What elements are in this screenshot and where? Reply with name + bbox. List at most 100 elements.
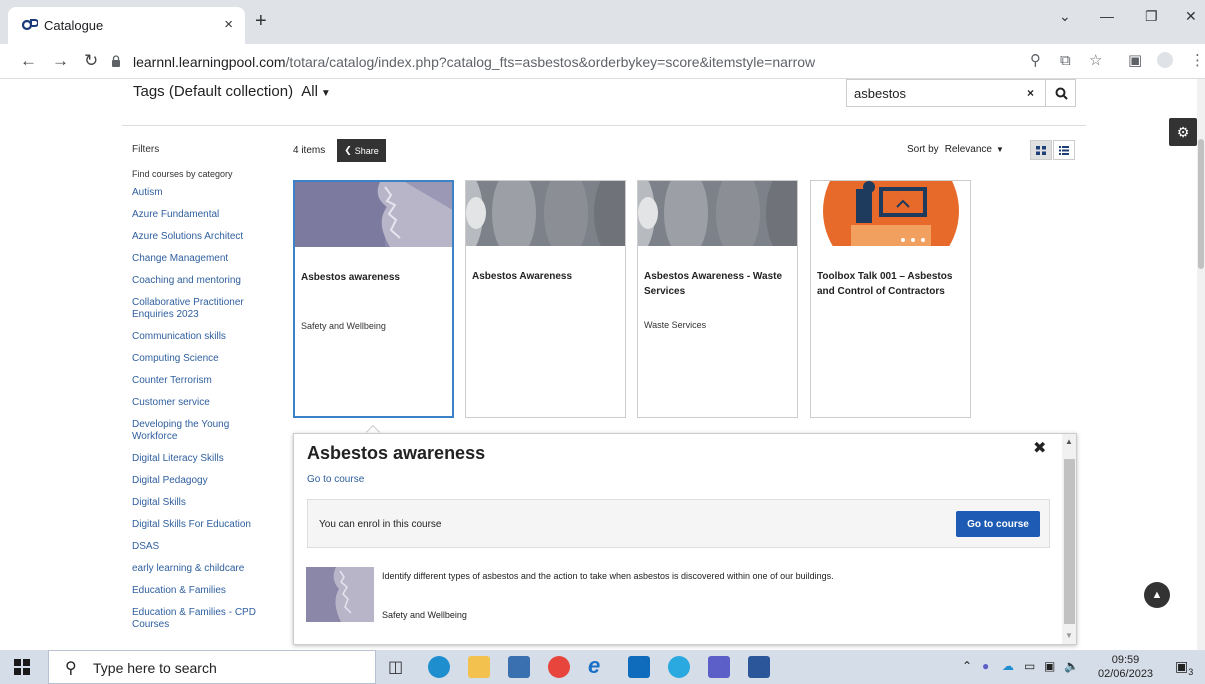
- url-text: learnnl.learningpool.com/totara/catalog/…: [133, 54, 815, 70]
- battery-icon[interactable]: ▭: [1024, 659, 1035, 673]
- more-menu-icon[interactable]: ⋮: [1190, 53, 1205, 69]
- back-to-top-button[interactable]: ▲: [1144, 582, 1170, 608]
- volume-icon[interactable]: 🔈: [1064, 659, 1079, 673]
- edge-icon[interactable]: [428, 656, 450, 678]
- category-link[interactable]: Change Management: [132, 253, 262, 265]
- onedrive-icon[interactable]: ☁: [1002, 659, 1014, 673]
- category-link[interactable]: Digital Skills: [132, 497, 262, 509]
- results-count: 4 items: [293, 145, 326, 156]
- back-icon[interactable]: ←: [20, 52, 37, 70]
- category-link[interactable]: Azure Solutions Architect: [132, 231, 262, 243]
- scrollbar-thumb[interactable]: [1064, 459, 1075, 624]
- search-icon: [1055, 87, 1068, 100]
- share-button[interactable]: ❮ Share: [337, 139, 386, 162]
- category-link[interactable]: Computing Science: [132, 353, 262, 365]
- store-icon[interactable]: [508, 656, 530, 678]
- app-icon[interactable]: [668, 656, 690, 678]
- list-view-button[interactable]: [1053, 140, 1075, 160]
- chrome-icon[interactable]: [548, 656, 570, 678]
- sort-select[interactable]: Relevance: [945, 144, 992, 155]
- address-bar[interactable]: learnnl.learningpool.com/totara/catalog/…: [111, 49, 1111, 75]
- scroll-down-icon[interactable]: ▼: [1065, 631, 1073, 640]
- taskbar-clock[interactable]: 09:59 02/06/2023: [1098, 653, 1153, 681]
- share-page-icon[interactable]: ⧉: [1060, 53, 1071, 69]
- category-link[interactable]: Education & Families - CPD Courses: [132, 607, 262, 631]
- scrollbar-thumb[interactable]: [1198, 139, 1204, 269]
- sort-label: Sort by: [907, 144, 939, 155]
- tray-chevron-up-icon[interactable]: ⌃: [962, 659, 972, 673]
- page-scrollbar[interactable]: [1197, 79, 1205, 650]
- catalogue-page: Tags (Default collection) All ▼ asbestos …: [0, 79, 1205, 650]
- close-window-icon[interactable]: ✕: [1185, 8, 1197, 25]
- category-link[interactable]: early learning & childcare: [132, 563, 262, 575]
- go-to-course-link[interactable]: Go to course: [307, 474, 364, 485]
- category-link[interactable]: Developing the Young Workforce: [132, 419, 262, 443]
- category-link[interactable]: Counter Terrorism: [132, 375, 262, 387]
- side-panel-icon[interactable]: ▣: [1128, 53, 1142, 69]
- category-link[interactable]: Digital Literacy Skills: [132, 453, 262, 465]
- category-link[interactable]: Communication skills: [132, 331, 262, 343]
- taskbar-search[interactable]: ⚲ Type here to search: [48, 650, 376, 684]
- divider: [122, 125, 1086, 126]
- search-input[interactable]: asbestos: [854, 86, 906, 101]
- category-link[interactable]: Autism: [132, 187, 262, 199]
- teams-icon[interactable]: [708, 656, 730, 678]
- grid-icon: [1036, 145, 1046, 155]
- browser-tab-catalogue[interactable]: Catalogue ×: [8, 7, 245, 44]
- profile-avatar-icon[interactable]: [1157, 52, 1173, 68]
- find-category-label: Find courses by category: [132, 169, 233, 179]
- internet-explorer-icon[interactable]: e: [588, 653, 610, 678]
- restore-icon[interactable]: ❐: [1145, 8, 1158, 25]
- minimize-icon[interactable]: —: [1100, 8, 1114, 24]
- category-link[interactable]: Education & Families: [132, 585, 262, 597]
- notification-count: 3: [1188, 666, 1194, 677]
- course-image-toolbox: [811, 181, 970, 246]
- teams-tray-icon[interactable]: ●: [982, 659, 989, 673]
- url-domain: learnnl.learningpool.com: [133, 54, 286, 70]
- course-card[interactable]: Asbestos Awareness: [465, 180, 626, 418]
- tags-value[interactable]: All: [301, 83, 318, 100]
- taskbar-search-input[interactable]: Type here to search: [93, 660, 217, 676]
- chevron-down-icon[interactable]: ⌄: [1059, 8, 1071, 25]
- tags-filter[interactable]: Tags (Default collection) All ▼: [133, 83, 331, 100]
- task-view-icon[interactable]: ◫: [388, 657, 410, 679]
- search-button[interactable]: [1045, 79, 1076, 107]
- network-icon[interactable]: ▣: [1044, 659, 1055, 673]
- forward-icon[interactable]: →: [52, 52, 69, 70]
- tab-title: Catalogue: [44, 18, 104, 33]
- course-card[interactable]: Toolbox Talk 001 – Asbestos and Control …: [810, 180, 971, 418]
- category-link[interactable]: Collaborative Practitioner Enquiries 202…: [132, 297, 262, 321]
- course-image-default: [466, 181, 625, 246]
- zoom-icon[interactable]: ⚲: [1030, 53, 1041, 69]
- windows-start-icon[interactable]: [14, 659, 30, 675]
- course-card[interactable]: Asbestos awareness Safety and Wellbeing: [293, 180, 454, 418]
- bookmark-star-icon[interactable]: ☆: [1089, 53, 1102, 69]
- clock-date: 02/06/2023: [1098, 668, 1154, 680]
- detail-title: Asbestos awareness: [307, 443, 486, 463]
- word-icon[interactable]: [748, 656, 770, 678]
- clock-time: 09:59: [1111, 654, 1140, 666]
- notification-icon[interactable]: ▣3: [1175, 658, 1193, 677]
- category-link[interactable]: Digital Pedagogy: [132, 475, 262, 487]
- scroll-up-icon[interactable]: ▲: [1065, 437, 1073, 446]
- gear-icon[interactable]: ⚙: [1169, 118, 1197, 146]
- close-icon[interactable]: ✖: [1033, 438, 1046, 458]
- category-link[interactable]: Coaching and mentoring: [132, 275, 262, 287]
- clear-search-icon[interactable]: ×: [1027, 86, 1034, 100]
- reload-icon[interactable]: ↻: [84, 52, 98, 70]
- category-link[interactable]: Digital Skills For Education: [132, 519, 262, 531]
- close-tab-icon[interactable]: ×: [224, 16, 233, 33]
- course-name: Asbestos awareness: [301, 272, 400, 283]
- grid-view-button[interactable]: [1030, 140, 1052, 160]
- popover-scrollbar[interactable]: ▲ ▼: [1062, 434, 1076, 644]
- go-to-course-button[interactable]: Go to course: [956, 511, 1040, 537]
- outlook-icon[interactable]: [628, 656, 650, 678]
- course-name: Asbestos Awareness - Waste Services: [644, 271, 783, 297]
- new-tab-button[interactable]: +: [255, 11, 267, 31]
- lock-icon: [112, 55, 120, 67]
- file-explorer-icon[interactable]: [468, 656, 490, 678]
- category-link[interactable]: Azure Fundamental: [132, 209, 262, 221]
- category-link[interactable]: DSAS: [132, 541, 262, 553]
- category-link[interactable]: Customer service: [132, 397, 262, 409]
- course-card[interactable]: Asbestos Awareness - Waste Services Wast…: [637, 180, 798, 418]
